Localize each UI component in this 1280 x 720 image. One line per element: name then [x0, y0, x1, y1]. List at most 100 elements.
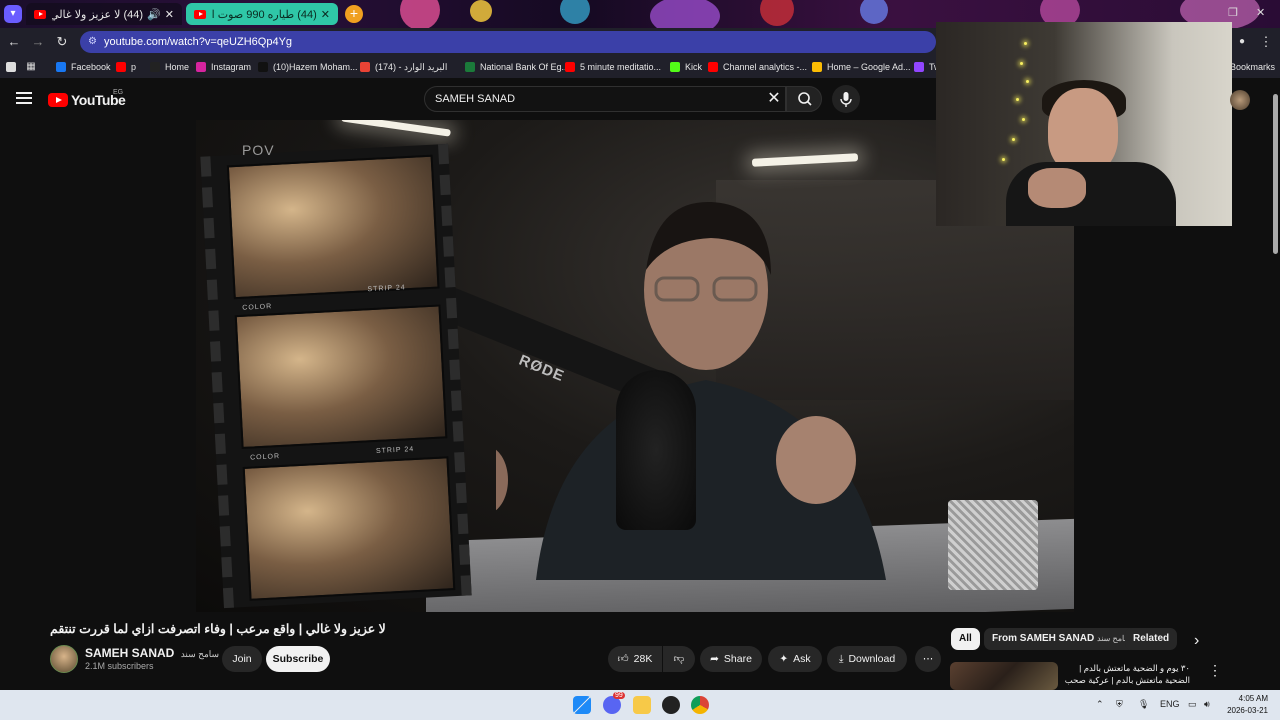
film-frame-1	[226, 154, 440, 300]
bookmark-item[interactable]: Kick	[670, 60, 702, 74]
browser-menu-icon[interactable]: ⋮	[1256, 32, 1276, 52]
volume-icon[interactable]: 🔊︎	[1204, 699, 1210, 710]
bookmark-item[interactable]: 5 minute meditatio...	[565, 60, 661, 74]
channel-name-en[interactable]: SAMEH SANAD	[85, 646, 174, 660]
facebook-icon	[56, 62, 66, 72]
tray-overflow-icon[interactable]: ⌃	[1096, 699, 1104, 710]
file-explorer-icon[interactable]	[633, 696, 651, 714]
bookmark-label: Channel analytics -...	[723, 62, 808, 72]
microphone-icon	[840, 92, 852, 107]
close-tab-icon[interactable]: ✕	[321, 8, 330, 21]
film-frame-2	[234, 304, 448, 450]
more-actions-button[interactable]: ⋯	[915, 646, 941, 672]
recommendation-menu-icon[interactable]: ⋮	[1208, 662, 1222, 679]
app-icon[interactable]	[662, 696, 680, 714]
bookmark-label: البريد الوارد - (174)	[375, 61, 448, 72]
bookmark-item[interactable]: Home	[150, 60, 189, 74]
close-window-icon[interactable]: ✕	[1256, 6, 1265, 19]
join-button[interactable]: Join	[222, 646, 262, 672]
network-vpn-icon[interactable]: ⛨	[1116, 699, 1123, 710]
dislike-button[interactable]: 👎︎	[663, 646, 695, 672]
forward-button[interactable]: →	[28, 32, 48, 52]
youtube-favicon-icon	[194, 9, 206, 19]
display-icon[interactable]: ▭	[1188, 699, 1197, 710]
download-button[interactable]: ⤓ Download	[827, 646, 907, 672]
ask-button[interactable]: ✦ Ask	[768, 646, 822, 672]
bank-icon	[465, 62, 475, 72]
search-button[interactable]	[786, 86, 822, 112]
youtube-icon	[116, 62, 126, 72]
clock-date: 2026-03-21	[1227, 706, 1268, 715]
language-indicator[interactable]: ENG	[1160, 699, 1180, 709]
chevron-right-icon[interactable]: ›	[1194, 632, 1199, 650]
channel-name[interactable]: SAMEH SANAD سامح سند	[85, 646, 234, 660]
chip-related[interactable]: Related	[1125, 628, 1178, 650]
bookmark-item[interactable]: Channel analytics -...	[708, 60, 807, 74]
microphone-tray-icon[interactable]: 🎙︎	[1138, 699, 1149, 710]
page-scrollbar[interactable]	[1270, 82, 1280, 692]
browser-tab-2-active[interactable]: (44) طياره 990 صوت الطائرين ✕	[186, 3, 338, 25]
windows-taskbar: 99 ⌃ ⛨ 🎙︎ ENG ▭ 🔊︎ 4:05 AM 2026-03-21	[0, 690, 1280, 720]
film-frame-3	[242, 456, 456, 601]
clear-search-icon[interactable]: ✕	[762, 86, 786, 112]
bookmark-label: 5 minute meditatio...	[580, 62, 662, 72]
video-title: لا عزيز ولا غالي | واقع مرعب | وفاء اتصر…	[50, 622, 386, 636]
scrollbar-thumb[interactable]	[1273, 94, 1278, 254]
gmail-icon	[360, 62, 370, 72]
system-clock[interactable]: 4:05 AM 2026-03-21	[1222, 693, 1268, 717]
bookmark-item[interactable]: البريد الوارد - (174)	[360, 60, 447, 74]
kick-icon	[670, 62, 680, 72]
bookmark-item[interactable]: (10)Hazem Moham...	[258, 60, 358, 74]
address-bar[interactable]: ⚙ youtube.com/watch?v=qeUZH6Qp4Yg	[80, 31, 936, 53]
like-count: 28K	[633, 653, 653, 665]
close-tab-icon[interactable]: ✕	[165, 8, 174, 21]
speaker-icon[interactable]: 🔊	[147, 8, 161, 21]
bookmark-item[interactable]: National Bank Of Eg...	[465, 60, 569, 74]
share-button[interactable]: ➦ Share	[700, 646, 762, 672]
channel-avatar[interactable]	[50, 645, 78, 673]
thumbs-up-icon: 👍︎	[617, 653, 629, 665]
chrome-icon[interactable]	[691, 696, 709, 714]
discord-badge: 99	[613, 692, 625, 699]
back-button[interactable]: ←	[4, 32, 24, 52]
account-avatar[interactable]	[1230, 90, 1250, 110]
youtube-favicon-icon	[34, 9, 46, 19]
sidebar-toggle-icon[interactable]	[6, 60, 21, 74]
restore-window-icon[interactable]: ❐	[1228, 6, 1238, 19]
chip-from-channel[interactable]: From SAMEH SANAD سامح سند	[984, 628, 1140, 650]
film-caption: COLOR	[242, 303, 273, 312]
reload-button[interactable]: ↻	[52, 32, 72, 52]
bookmark-item[interactable]: Instagram	[196, 60, 251, 74]
windows-start-icon[interactable]	[573, 696, 591, 714]
clock-time: 4:05 AM	[1238, 694, 1268, 703]
all-bookmarks-link[interactable]: Bookmarks	[1230, 60, 1275, 74]
share-icon: ➦	[710, 653, 719, 665]
recommendation-title[interactable]: ٣٠ يوم و الضحية ماتعتش بالدم | الضحية ما…	[1064, 662, 1190, 688]
voice-search-button[interactable]	[832, 85, 860, 113]
youtube-play-icon	[48, 93, 68, 107]
bookmark-label: Kick	[685, 62, 703, 72]
site-info-icon[interactable]: ⚙	[88, 31, 97, 53]
tab-search-button[interactable]: ▾	[4, 5, 22, 23]
apps-grid-icon[interactable]: ▦	[26, 60, 41, 74]
bookmark-label: Facebook	[71, 62, 111, 72]
tab-title: (44) لا عزيز ولا غالي | واقع م	[52, 8, 144, 21]
search-icon	[798, 92, 812, 106]
bookmark-item[interactable]: p	[116, 60, 136, 74]
like-button[interactable]: 👍︎ 28K	[608, 646, 662, 672]
new-tab-button[interactable]: +	[345, 5, 363, 23]
bookmark-item[interactable]: Facebook	[56, 60, 111, 74]
recommendation-thumbnail[interactable]	[950, 662, 1058, 690]
search-input[interactable]: SAMEH SANAD	[424, 86, 786, 112]
film-strip-overlay: COLOR STRIP 24 COLOR STRIP 24	[200, 143, 472, 609]
video-scene-light	[751, 153, 859, 167]
profile-icon[interactable]: ●	[1232, 32, 1252, 52]
webcam-overlay	[936, 22, 1232, 226]
subscribe-button[interactable]: Subscribe	[266, 646, 330, 672]
url-text: youtube.com/watch?v=qeUZH6Qp4Yg	[104, 36, 293, 48]
bookmark-item[interactable]: Home – Google Ad...	[812, 60, 911, 74]
share-label: Share	[723, 653, 752, 665]
guide-menu-icon[interactable]	[16, 92, 32, 104]
chip-all[interactable]: All	[951, 628, 980, 650]
browser-tab-1[interactable]: (44) لا عزيز ولا غالي | واقع م 🔊 ✕	[26, 3, 182, 25]
